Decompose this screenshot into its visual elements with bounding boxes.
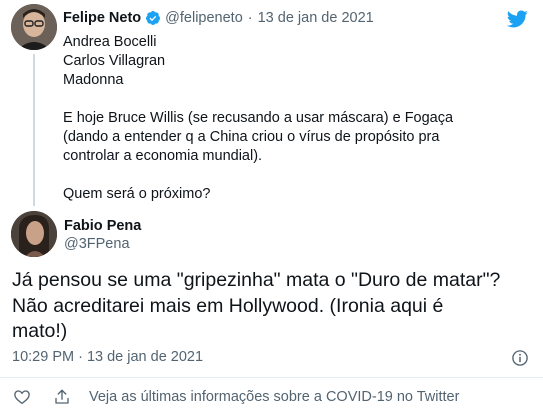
verified-badge-icon [146, 11, 161, 25]
tweet1-line: Carlos Villagran [63, 53, 166, 69]
footer-divider [0, 377, 543, 378]
tweet1-line: Quem será o próximo? [63, 186, 211, 202]
tweet1-date[interactable]: 13 de jan de 2021 [258, 10, 374, 26]
tweet1-line: (dando a entender q a China criou o víru… [63, 129, 440, 145]
tweet1-line-blank [63, 166, 533, 185]
avatar-fabio-pena[interactable] [11, 211, 57, 257]
tweet2-author-name[interactable]: Fabio Pena [64, 218, 141, 234]
tweet2-line: Já pensou se uma "gripezinha" mata o "Du… [12, 269, 501, 291]
tweet1-line: controlar a economia mundial). [63, 148, 263, 164]
footer-action-row: Veja as últimas informações sobre a COVI… [12, 388, 459, 406]
covid-info-link[interactable]: Veja as últimas informações sobre a COVI… [89, 389, 459, 405]
thread-connector-line [33, 54, 35, 206]
tweet1-body: Andrea Bocelli Carlos Villagran Madonna … [63, 33, 533, 204]
tweet2-line: mato!) [12, 320, 68, 342]
tweet1-header: Felipe Neto @felipeneto · 13 de jan de 2… [63, 10, 374, 26]
tweet2-handle[interactable]: @3FPena [64, 236, 130, 252]
avatar-felipe-neto[interactable] [11, 4, 57, 50]
info-icon[interactable] [511, 349, 529, 367]
tweet1-handle[interactable]: @felipeneto [165, 10, 243, 26]
tweet1-separator: · [247, 10, 253, 26]
twitter-bird-icon[interactable] [505, 8, 529, 30]
tweet2-line: Não acreditarei mais em Hollywood. (Iron… [12, 294, 444, 317]
tweet1-line: Andrea Bocelli [63, 34, 157, 50]
tweet1-line: E hoje Bruce Willis (se recusando a usar… [63, 110, 454, 126]
heart-icon[interactable] [12, 388, 32, 406]
tweet1-author-name[interactable]: Felipe Neto [63, 10, 141, 26]
share-icon[interactable] [52, 388, 72, 406]
tweet1-line: Madonna [63, 72, 124, 88]
tweet2-timestamp[interactable]: 10:29 PM · 13 de jan de 2021 [12, 349, 203, 365]
tweet2-body: Já pensou se uma "gripezinha" mata o "Du… [12, 268, 542, 345]
tweet1-line-blank [63, 90, 533, 109]
